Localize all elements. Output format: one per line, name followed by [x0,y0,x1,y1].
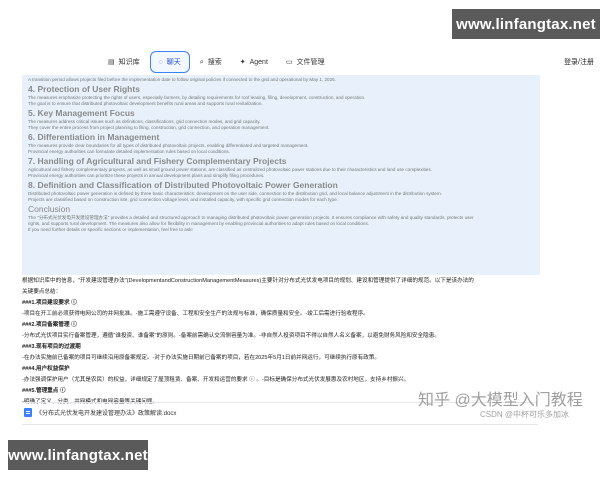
divider [22,424,538,425]
tab-file-management[interactable]: ▭ 文件管理 [278,51,333,73]
section-line: Provincial energy authorities can priori… [28,173,265,178]
csdn-watermark: CSDN @中杯可乐多加冰 [480,410,570,419]
folder-icon: ▭ [285,58,293,66]
response-heading: ###2.项目备案管理 ⓘ [22,322,77,328]
response-line: -办法强调保护用户（尤其是农民）的权益，详细规定了屋顶租赁、备案、开发和运营的要… [22,377,410,383]
login-register-link[interactable]: 登录/注册 [564,57,594,67]
doc-section-8: 8. Definition and Classification of Dist… [28,180,534,203]
response-line: 根据知识库中的信息，"开发建设管理办法"(DevelopmentandConst… [22,278,474,284]
tab-label: 知识库 [118,59,140,66]
tab-label: 聊天 [166,59,181,66]
section-heading: 5. Key Management Focus [28,108,135,118]
tab-agent[interactable]: ✦ Agent [232,51,276,73]
response-line: -项目在开工前必须获得电网公司的并网批准。-施工需遵守设备、工程和安全生产的法规… [22,311,369,317]
document-preview-panel: A transition period allows projects file… [22,75,540,275]
tab-search[interactable]: ⌕ 搜索 [192,51,230,73]
section-heading: 4. Protection of User Rights [28,84,140,94]
agent-icon: ✦ [239,58,246,66]
response-line: -在办法实施前已备案的项目可继续沿用原备案规定。-对于办法实施日期前已备案的项目… [22,355,381,361]
doc-intro: A transition period allows projects file… [28,77,336,82]
section-line: Provincial energy authorities can formul… [28,149,230,154]
book-icon: ▤ [108,58,115,66]
conclusion-heading: Conclusion [28,204,71,214]
site-watermark-bottom: www.linfangtax.net [8,440,148,470]
section-heading: 7. Handling of Agricultural and Fishery … [28,156,287,166]
response-heading: ###1.项目建设要求 ⓘ [22,300,77,306]
tab-label: Agent [249,58,268,66]
section-line: Projects are classified based on constru… [28,197,338,202]
section-line: They cover the entire process from proje… [28,125,270,130]
doc-section-5: 5. Key Management Focus The measures add… [28,108,534,131]
doc-section-4: 4. Protection of User Rights The measure… [28,84,534,107]
source-file-link[interactable]: 《分布式光伏发电开发建设管理办法》政策解读.docx [24,408,176,417]
tab-label: 文件管理 [296,59,325,66]
section-line: The goal is to ensure that distributed p… [28,101,263,106]
doc-section-6: 6. Differentiation in Management The mea… [28,132,534,155]
response-line: -分布式光伏项目实行备案管理，遵循"谁投资、谁备案"的原则。-备案前需确认交流侧… [22,333,440,339]
doc-conclusion: Conclusion The "分布式光伏发电开发建设管理办法" provide… [28,204,534,233]
document-icon [24,408,32,417]
nav-tabs: ▤ 知识库 ◌ 聊天 ⌕ 搜索 ✦ Agent ▭ 文件管理 [100,51,333,73]
site-watermark-top: www.linfangtax.net [452,9,600,39]
tab-knowledge-base[interactable]: ▤ 知识库 [100,51,148,73]
response-heading: ###4.用户权益保护 [22,366,70,372]
response-heading: ###3.现有项目的过渡期 [22,344,81,350]
tab-label: 搜索 [207,59,222,66]
search-icon: ⌕ [199,58,204,66]
response-line: 关键要点总结： [22,289,62,295]
section-heading: 8. Definition and Classification of Dist… [28,180,338,190]
tab-chat[interactable]: ◌ 聊天 [149,51,190,73]
file-name: 《分布式光伏发电开发建设管理办法》政策解读.docx [36,411,177,417]
zhihu-watermark: 知乎 @大模型入门教程 [418,392,583,409]
doc-section-7: 7. Handling of Agricultural and Fishery … [28,156,534,179]
section-heading: 6. Differentiation in Management [28,132,160,142]
conclusion-line: If you need further details on specific … [28,227,193,232]
chat-icon: ◌ [158,58,163,66]
